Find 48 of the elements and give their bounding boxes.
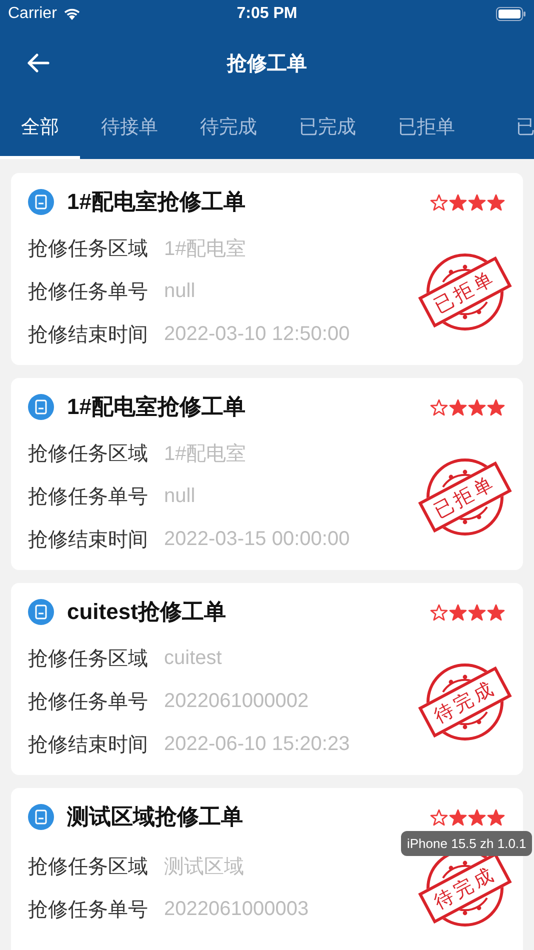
field-value: 1#配电室	[164, 237, 246, 262]
filter-tab[interactable]: 待完成	[179, 98, 278, 159]
order-title: 测试区域抢修工单	[67, 803, 244, 831]
order-card[interactable]: cuitest抢修工单 抢修任务区域 cuitest 抢修任务单号 2022061000002 抢修结束时间 2022-06-10 15:20:23 待完成	[11, 583, 523, 775]
filter-tab[interactable]: 已拒单	[377, 98, 476, 159]
status-stamp: 已拒单	[418, 256, 512, 328]
field-value: 2022-03-10 12:50:00	[164, 323, 350, 346]
field-label: 抢修任务单号	[28, 485, 148, 510]
field-value: 1#配电室	[164, 442, 246, 467]
field-label: 抢修任务区域	[28, 442, 148, 467]
filter-tab[interactable]: 待接单	[80, 98, 179, 159]
field-value: cuitest	[164, 647, 222, 670]
field-label: 抢修任务单号	[28, 280, 148, 305]
field-label: 抢修任务单号	[28, 898, 148, 923]
document-icon	[28, 189, 54, 215]
battery-icon	[496, 7, 526, 21]
status-stamp: 已拒单	[418, 460, 512, 532]
field-label: 抢修结束时间	[28, 733, 148, 758]
order-title: 1#配电室抢修工单	[67, 393, 246, 421]
field-value: null	[164, 280, 196, 303]
order-card[interactable]: 1#配电室抢修工单 抢修任务区域 1#配电室 抢修任务单号 null 抢修结束时间 2022-03-10 12:50:00 已拒单	[11, 173, 523, 365]
field-label: 抢修结束时间	[28, 323, 148, 348]
field-label: 抢修结束时间	[28, 528, 148, 553]
field-label: 抢修任务单号	[28, 690, 148, 715]
field-value: 2022061000003	[164, 898, 309, 921]
status-stamp: 待完成	[418, 666, 512, 738]
field-value: 2022-06-10 15:20:23	[164, 733, 350, 756]
field-value: 2022-03-15 00:00:00	[164, 528, 350, 551]
wifi-icon	[62, 7, 82, 21]
version-tooltip: iPhone 15.5 zh 1.0.1	[401, 831, 532, 856]
clock-time: 7:05 PM	[236, 5, 298, 23]
filter-tab[interactable]: 已	[476, 98, 534, 159]
filter-tab[interactable]: 已完成	[278, 98, 377, 159]
carrier-label: Carrier	[8, 5, 57, 23]
filter-tab[interactable]: 全部	[0, 98, 80, 159]
order-title: 1#配电室抢修工单	[67, 188, 246, 216]
page-title: 抢修工单	[227, 52, 307, 76]
field-value: 测试区域	[164, 855, 244, 880]
field-label: 抢修任务区域	[28, 647, 148, 672]
document-icon	[28, 804, 54, 830]
document-icon	[28, 394, 54, 420]
order-card[interactable]: 1#配电室抢修工单 抢修任务区域 1#配电室 抢修任务单号 null 抢修结束时间 2022-03-15 00:00:00 已拒单	[11, 378, 523, 570]
document-icon	[28, 599, 54, 625]
field-label: 抢修任务区域	[28, 237, 148, 262]
field-label: 抢修任务区域	[28, 855, 148, 880]
field-value: 2022061000002	[164, 690, 309, 713]
field-value: null	[164, 485, 196, 508]
order-title: cuitest抢修工单	[67, 598, 227, 626]
